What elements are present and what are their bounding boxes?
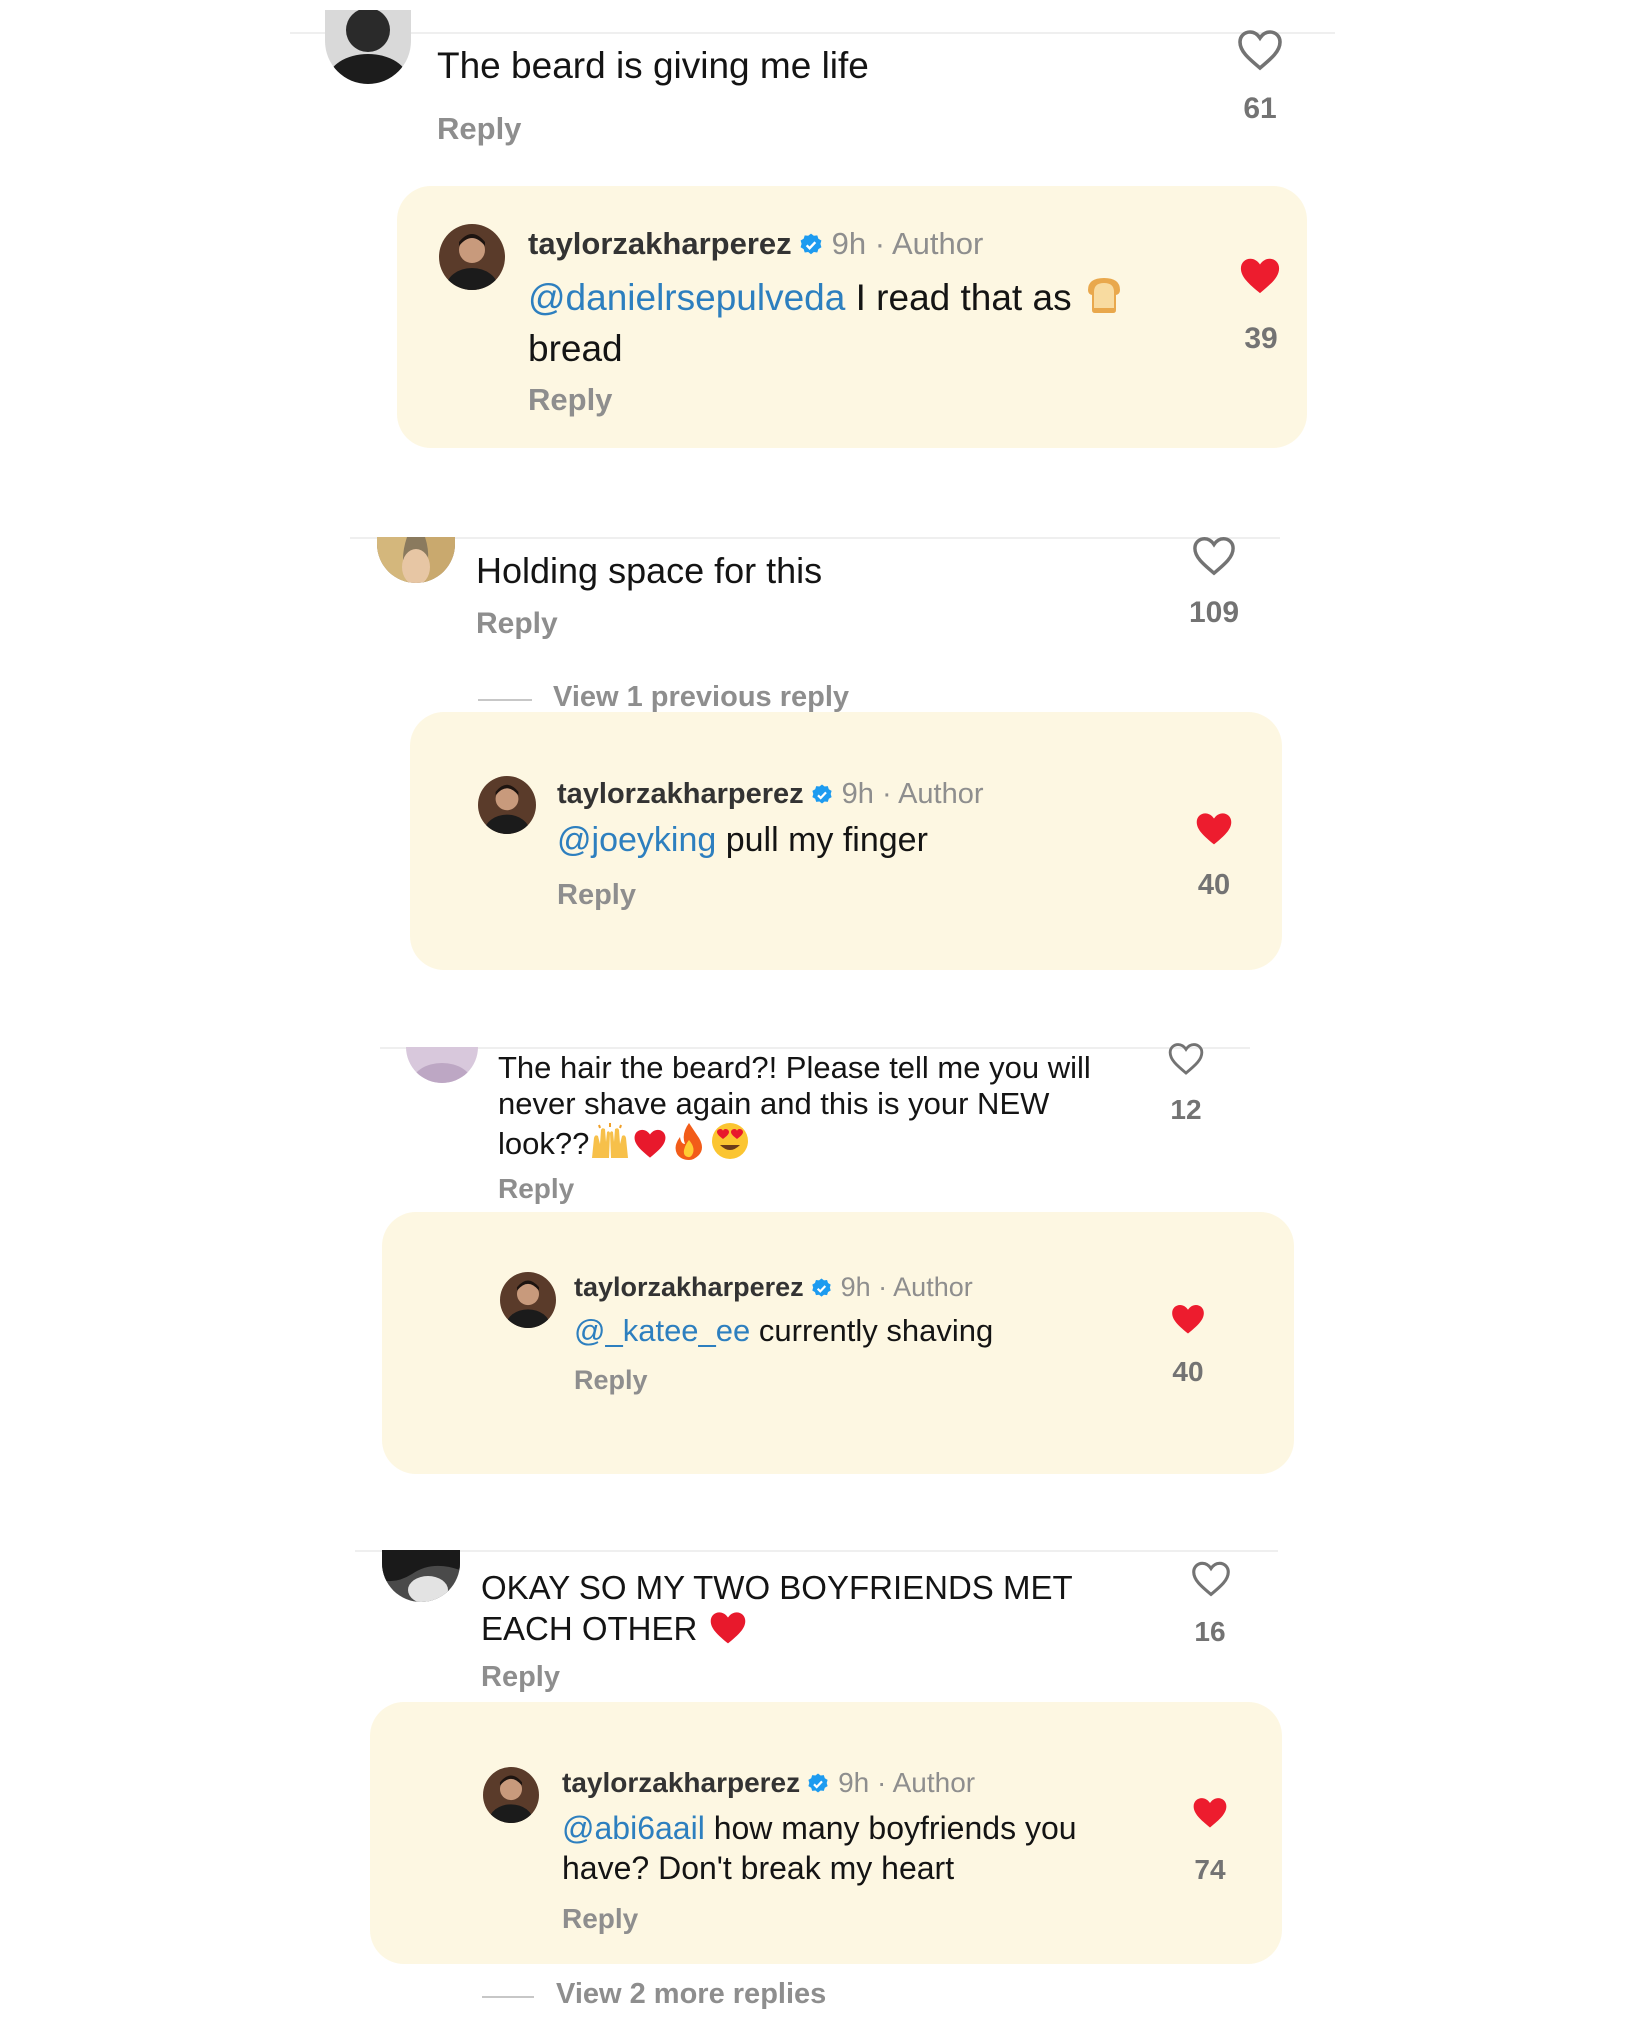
author-reply-header: taylorzakharperez 9h · Author <box>557 778 984 815</box>
heart-eyes-emoji <box>711 1122 749 1168</box>
author-reply-text: @abi6aail how many boyfriends you have? … <box>562 1808 1077 1888</box>
author-reply-header: taylorzakharperez 9h · Author <box>574 1272 973 1307</box>
reply-text-line2: have? Don't break my heart <box>562 1850 955 1886</box>
like-heart-icon[interactable] <box>1190 1559 1232 1597</box>
reply-time: 9h <box>831 226 867 261</box>
author-badge: Author <box>898 778 984 810</box>
author-badge: Author <box>891 226 984 261</box>
like-count: 39 <box>1244 322 1278 355</box>
verified-badge-icon <box>810 1276 833 1307</box>
like-count: 40 <box>1172 1356 1204 1387</box>
author-avatar[interactable] <box>439 224 505 290</box>
reply-text-line1: how many boyfriends you <box>704 1810 1077 1846</box>
like-count: 74 <box>1194 1854 1226 1885</box>
liked-heart-icon[interactable] <box>1169 1301 1207 1336</box>
author-avatar[interactable] <box>500 1272 556 1328</box>
reply-time: 9h <box>840 1272 871 1302</box>
view-previous-replies-button[interactable]: View 1 previous reply <box>553 681 849 714</box>
commenter-avatar[interactable] <box>382 1550 460 1602</box>
like-count: 16 <box>1194 1616 1226 1647</box>
view-replies-line <box>482 1996 534 1998</box>
author-reply-header: taylorzakharperez 9h · Author <box>528 226 983 266</box>
like-count: 40 <box>1197 869 1231 901</box>
like-heart-icon[interactable] <box>1167 1040 1205 1076</box>
comment-line1: The hair the beard?! Please tell me you … <box>498 1050 1091 1085</box>
reply-text: currently shaving <box>750 1313 994 1348</box>
commenter-avatar[interactable] <box>406 1047 478 1083</box>
thread-divider <box>355 1550 1278 1552</box>
thread-divider <box>290 32 1335 34</box>
comment-line2: never shave again and this is your NEW <box>498 1086 1050 1121</box>
comment-text: The hair the beard?! Please tell me you … <box>498 1050 1091 1168</box>
author-username[interactable]: taylorzakharperez <box>574 1272 804 1302</box>
raising-hands-emoji <box>589 1122 631 1168</box>
like-heart-icon[interactable] <box>1236 27 1284 71</box>
like-count: 109 <box>1188 596 1240 629</box>
comment-text: Holding space for this <box>476 550 823 591</box>
red-heart-emoji <box>631 1126 669 1168</box>
meta-separator: · <box>873 778 899 810</box>
reply-button[interactable]: Reply <box>437 111 521 147</box>
like-count: 61 <box>1243 92 1277 125</box>
commenter-avatar[interactable] <box>377 537 455 583</box>
reply-text-line1: I read that as <box>845 277 1082 318</box>
mention-link[interactable]: @danielrsepulveda <box>528 277 845 318</box>
like-heart-icon[interactable] <box>1191 534 1237 576</box>
author-reply-text: @joeyking pull my finger <box>557 820 928 861</box>
author-badge: Author <box>893 1272 973 1302</box>
mention-link[interactable]: @abi6aail <box>562 1810 705 1846</box>
verified-badge-icon <box>798 230 824 266</box>
comment-line2: EACH OTHER <box>481 1610 698 1647</box>
like-count: 12 <box>1170 1094 1202 1125</box>
view-more-replies-button[interactable]: View 2 more replies <box>556 1978 826 2011</box>
view-replies-line <box>478 699 532 701</box>
author-username[interactable]: taylorzakharperez <box>562 1767 800 1798</box>
liked-heart-icon[interactable] <box>1237 254 1283 296</box>
meta-separator: · <box>870 1272 894 1302</box>
author-username[interactable]: taylorzakharperez <box>528 226 792 261</box>
mention-link[interactable]: @joeyking <box>557 821 716 859</box>
reply-text: pull my finger <box>716 821 928 859</box>
author-reply-text: @danielrsepulveda I read that as bread <box>528 272 1126 371</box>
reply-text-line2: bread <box>528 328 623 369</box>
author-username[interactable]: taylorzakharperez <box>557 778 804 810</box>
author-reply-header: taylorzakharperez 9h · Author <box>562 1767 975 1803</box>
reply-button[interactable]: Reply <box>562 1903 638 1935</box>
author-reply-text: @_katee_ee currently shaving <box>574 1312 993 1349</box>
commenter-avatar[interactable] <box>325 10 411 84</box>
verified-badge-icon <box>810 782 834 815</box>
comment-text: The beard is giving me life <box>437 45 869 86</box>
comment-line3: look?? <box>498 1126 590 1161</box>
comment-line1: OKAY SO MY TWO BOYFRIENDS MET <box>481 1569 1073 1606</box>
reply-button[interactable]: Reply <box>528 382 612 418</box>
author-avatar[interactable] <box>478 776 536 834</box>
meta-separator: · <box>866 226 892 261</box>
liked-heart-icon[interactable] <box>1190 1794 1230 1830</box>
reply-button[interactable]: Reply <box>476 607 558 641</box>
reply-button[interactable]: Reply <box>481 1661 560 1694</box>
thread-divider <box>380 1047 1250 1049</box>
red-heart-emoji <box>707 1608 749 1655</box>
mention-link[interactable]: @_katee_ee <box>574 1313 750 1348</box>
reply-time: 9h <box>841 778 874 810</box>
reply-time: 9h <box>838 1767 870 1798</box>
reply-button[interactable]: Reply <box>557 879 636 912</box>
verified-badge-icon <box>806 1771 830 1803</box>
author-badge: Author <box>892 1767 976 1798</box>
reply-button[interactable]: Reply <box>498 1173 574 1205</box>
thread-divider <box>350 537 1280 539</box>
bread-emoji <box>1082 272 1126 326</box>
author-avatar[interactable] <box>483 1767 539 1823</box>
liked-heart-icon[interactable] <box>1193 809 1235 847</box>
meta-separator: · <box>869 1767 893 1798</box>
comment-text: OKAY SO MY TWO BOYFRIENDS MET EACH OTHER <box>481 1568 1073 1655</box>
fire-emoji <box>673 1122 705 1168</box>
reply-button[interactable]: Reply <box>574 1365 648 1396</box>
